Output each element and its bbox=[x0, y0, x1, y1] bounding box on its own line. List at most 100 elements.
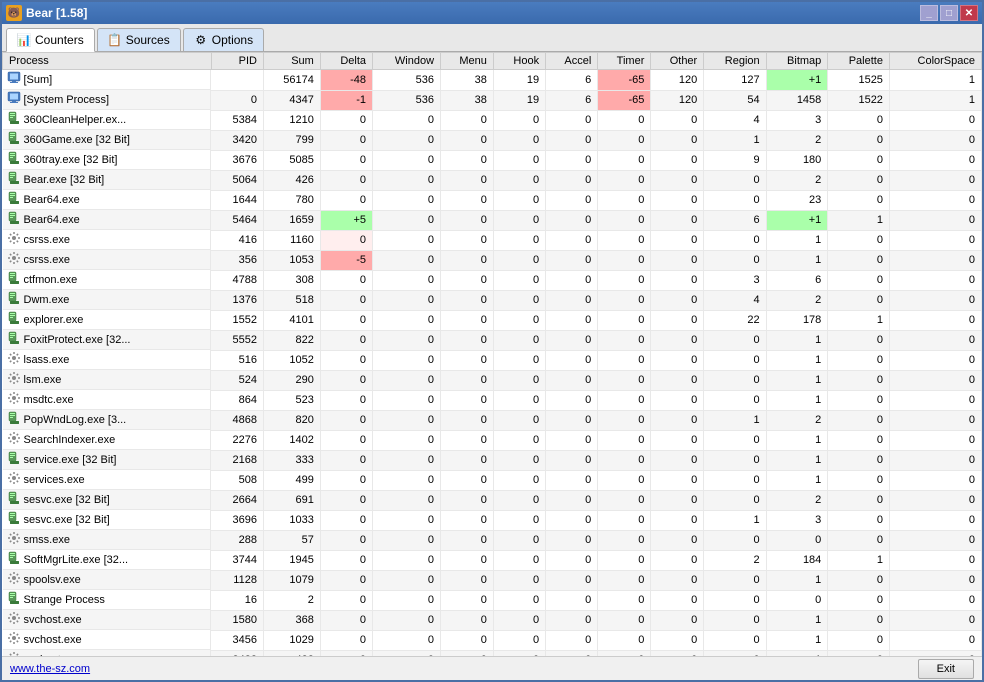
table-row[interactable]: Bear64.exe1644780000000002300 bbox=[3, 190, 982, 210]
table-row[interactable]: PopWndLog.exe [3...486882000000001200 bbox=[3, 410, 982, 430]
table-row[interactable]: 360Game.exe [32 Bit]342079900000001200 bbox=[3, 130, 982, 150]
cell-process: explorer.exe bbox=[3, 310, 212, 330]
cell-delta: 0 bbox=[320, 150, 372, 170]
close-button[interactable]: ✕ bbox=[960, 5, 978, 21]
table-row[interactable]: csrss.exe416116000000000100 bbox=[3, 230, 982, 250]
table-row[interactable]: svchost.exe158036800000000100 bbox=[3, 610, 982, 630]
process-icon bbox=[7, 411, 21, 428]
table-row[interactable]: svchost.exe348843200000000100 bbox=[3, 650, 982, 656]
col-header-pid[interactable]: PID bbox=[211, 53, 263, 70]
table-row[interactable]: csrss.exe3561053-50000000100 bbox=[3, 250, 982, 270]
col-header-colorspace[interactable]: ColorSpace bbox=[889, 53, 981, 70]
col-header-process[interactable]: Process bbox=[3, 53, 212, 70]
website-link[interactable]: www.the-sz.com bbox=[10, 663, 90, 675]
col-header-palette[interactable]: Palette bbox=[828, 53, 890, 70]
cell-region: 0 bbox=[704, 170, 766, 190]
cell-menu: 0 bbox=[441, 190, 494, 210]
cell-other: 0 bbox=[651, 510, 704, 530]
cell-process: [Sum] bbox=[3, 70, 212, 90]
exit-button[interactable]: Exit bbox=[918, 659, 974, 679]
minimize-button[interactable]: _ bbox=[920, 5, 938, 21]
col-header-menu[interactable]: Menu bbox=[441, 53, 494, 70]
cell-window: 0 bbox=[373, 450, 441, 470]
table-row[interactable]: Dwm.exe137651800000004200 bbox=[3, 290, 982, 310]
process-table: Process PID Sum Delta Window Menu Hook A… bbox=[2, 52, 982, 656]
cell-window: 0 bbox=[373, 470, 441, 490]
cell-accel: 0 bbox=[546, 410, 598, 430]
cell-pid: 16 bbox=[211, 590, 263, 610]
table-row[interactable]: msdtc.exe86452300000000100 bbox=[3, 390, 982, 410]
table-row[interactable]: lsm.exe52429000000000100 bbox=[3, 370, 982, 390]
col-header-accel[interactable]: Accel bbox=[546, 53, 598, 70]
col-header-sum[interactable]: Sum bbox=[263, 53, 320, 70]
table-row[interactable]: ctfmon.exe478830800000003600 bbox=[3, 270, 982, 290]
options-tab-icon: ⚙ bbox=[194, 33, 208, 47]
process-name: msdtc.exe bbox=[24, 394, 74, 406]
table-row[interactable]: Bear64.exe54641659+50000006+110 bbox=[3, 210, 982, 230]
cell-sum: 333 bbox=[263, 450, 320, 470]
table-row[interactable]: lsass.exe516105200000000100 bbox=[3, 350, 982, 370]
table-row[interactable]: [Sum]56174-4853638196-65120127+115251 bbox=[3, 70, 982, 91]
cell-timer: 0 bbox=[598, 550, 651, 570]
tab-sources[interactable]: 📋 Sources bbox=[97, 28, 181, 51]
cell-hook: 0 bbox=[493, 230, 545, 250]
cell-delta: 0 bbox=[320, 650, 372, 656]
cell-sum: 1402 bbox=[263, 430, 320, 450]
cell-palette: 0 bbox=[828, 170, 890, 190]
tab-counters[interactable]: 📊 Counters bbox=[6, 28, 95, 52]
table-row[interactable]: sesvc.exe [32 Bit]266469100000000200 bbox=[3, 490, 982, 510]
cell-bitmap: 2 bbox=[766, 410, 828, 430]
col-header-timer[interactable]: Timer bbox=[598, 53, 651, 70]
cell-accel: 6 bbox=[546, 90, 598, 110]
col-header-delta[interactable]: Delta bbox=[320, 53, 372, 70]
table-row[interactable]: svchost.exe3456102900000000100 bbox=[3, 630, 982, 650]
table-row[interactable]: spoolsv.exe1128107900000000100 bbox=[3, 570, 982, 590]
process-name: sesvc.exe [32 Bit] bbox=[24, 514, 110, 526]
cell-accel: 0 bbox=[546, 150, 598, 170]
cell-process: csrss.exe bbox=[3, 250, 212, 270]
table-row[interactable]: 360tray.exe [32 Bit]36765085000000091800… bbox=[3, 150, 982, 170]
cell-pid: 1128 bbox=[211, 570, 263, 590]
table-container[interactable]: Process PID Sum Delta Window Menu Hook A… bbox=[2, 52, 982, 656]
cell-region: 4 bbox=[704, 110, 766, 130]
cell-hook: 0 bbox=[493, 470, 545, 490]
col-header-hook[interactable]: Hook bbox=[493, 53, 545, 70]
cell-pid: 3456 bbox=[211, 630, 263, 650]
maximize-button[interactable]: □ bbox=[940, 5, 958, 21]
cell-process: sesvc.exe [32 Bit] bbox=[3, 510, 212, 530]
table-row[interactable]: Bear.exe [32 Bit]506442600000000200 bbox=[3, 170, 982, 190]
col-header-bitmap[interactable]: Bitmap bbox=[766, 53, 828, 70]
table-row[interactable]: smss.exe2885700000000000 bbox=[3, 530, 982, 550]
cell-sum: 426 bbox=[263, 170, 320, 190]
cell-palette: 0 bbox=[828, 590, 890, 610]
process-name: svchost.exe bbox=[24, 654, 82, 657]
col-header-window[interactable]: Window bbox=[373, 53, 441, 70]
col-header-other[interactable]: Other bbox=[651, 53, 704, 70]
cell-other: 0 bbox=[651, 610, 704, 630]
cell-region: 0 bbox=[704, 490, 766, 510]
table-row[interactable]: services.exe50849900000000100 bbox=[3, 470, 982, 490]
cell-hook: 0 bbox=[493, 390, 545, 410]
cell-delta: 0 bbox=[320, 610, 372, 630]
tab-options[interactable]: ⚙ Options bbox=[183, 28, 264, 51]
table-row[interactable]: 360CleanHelper.ex...5384121000000004300 bbox=[3, 110, 982, 130]
cell-hook: 0 bbox=[493, 510, 545, 530]
table-row[interactable]: service.exe [32 Bit]216833300000000100 bbox=[3, 450, 982, 470]
table-row[interactable]: Strange Process16200000000000 bbox=[3, 590, 982, 610]
table-row[interactable]: FoxitProtect.exe [32...55528220000000010… bbox=[3, 330, 982, 350]
cell-other: 0 bbox=[651, 470, 704, 490]
cell-pid: 4788 bbox=[211, 270, 263, 290]
window-title: Bear [1.58] bbox=[26, 6, 87, 20]
cell-colorspace: 0 bbox=[889, 630, 981, 650]
table-row[interactable]: SoftMgrLite.exe [32...374419450000000218… bbox=[3, 550, 982, 570]
cell-menu: 38 bbox=[441, 70, 494, 91]
table-row[interactable]: explorer.exe1552410100000002217810 bbox=[3, 310, 982, 330]
cell-process: sesvc.exe [32 Bit] bbox=[3, 490, 212, 510]
cell-process: svchost.exe bbox=[3, 650, 212, 656]
table-row[interactable]: [System Process]04347-153638196-65120541… bbox=[3, 90, 982, 110]
cell-timer: 0 bbox=[598, 510, 651, 530]
table-row[interactable]: SearchIndexer.exe2276140200000000100 bbox=[3, 430, 982, 450]
table-row[interactable]: sesvc.exe [32 Bit]3696103300000001300 bbox=[3, 510, 982, 530]
col-header-region[interactable]: Region bbox=[704, 53, 766, 70]
cell-menu: 0 bbox=[441, 110, 494, 130]
